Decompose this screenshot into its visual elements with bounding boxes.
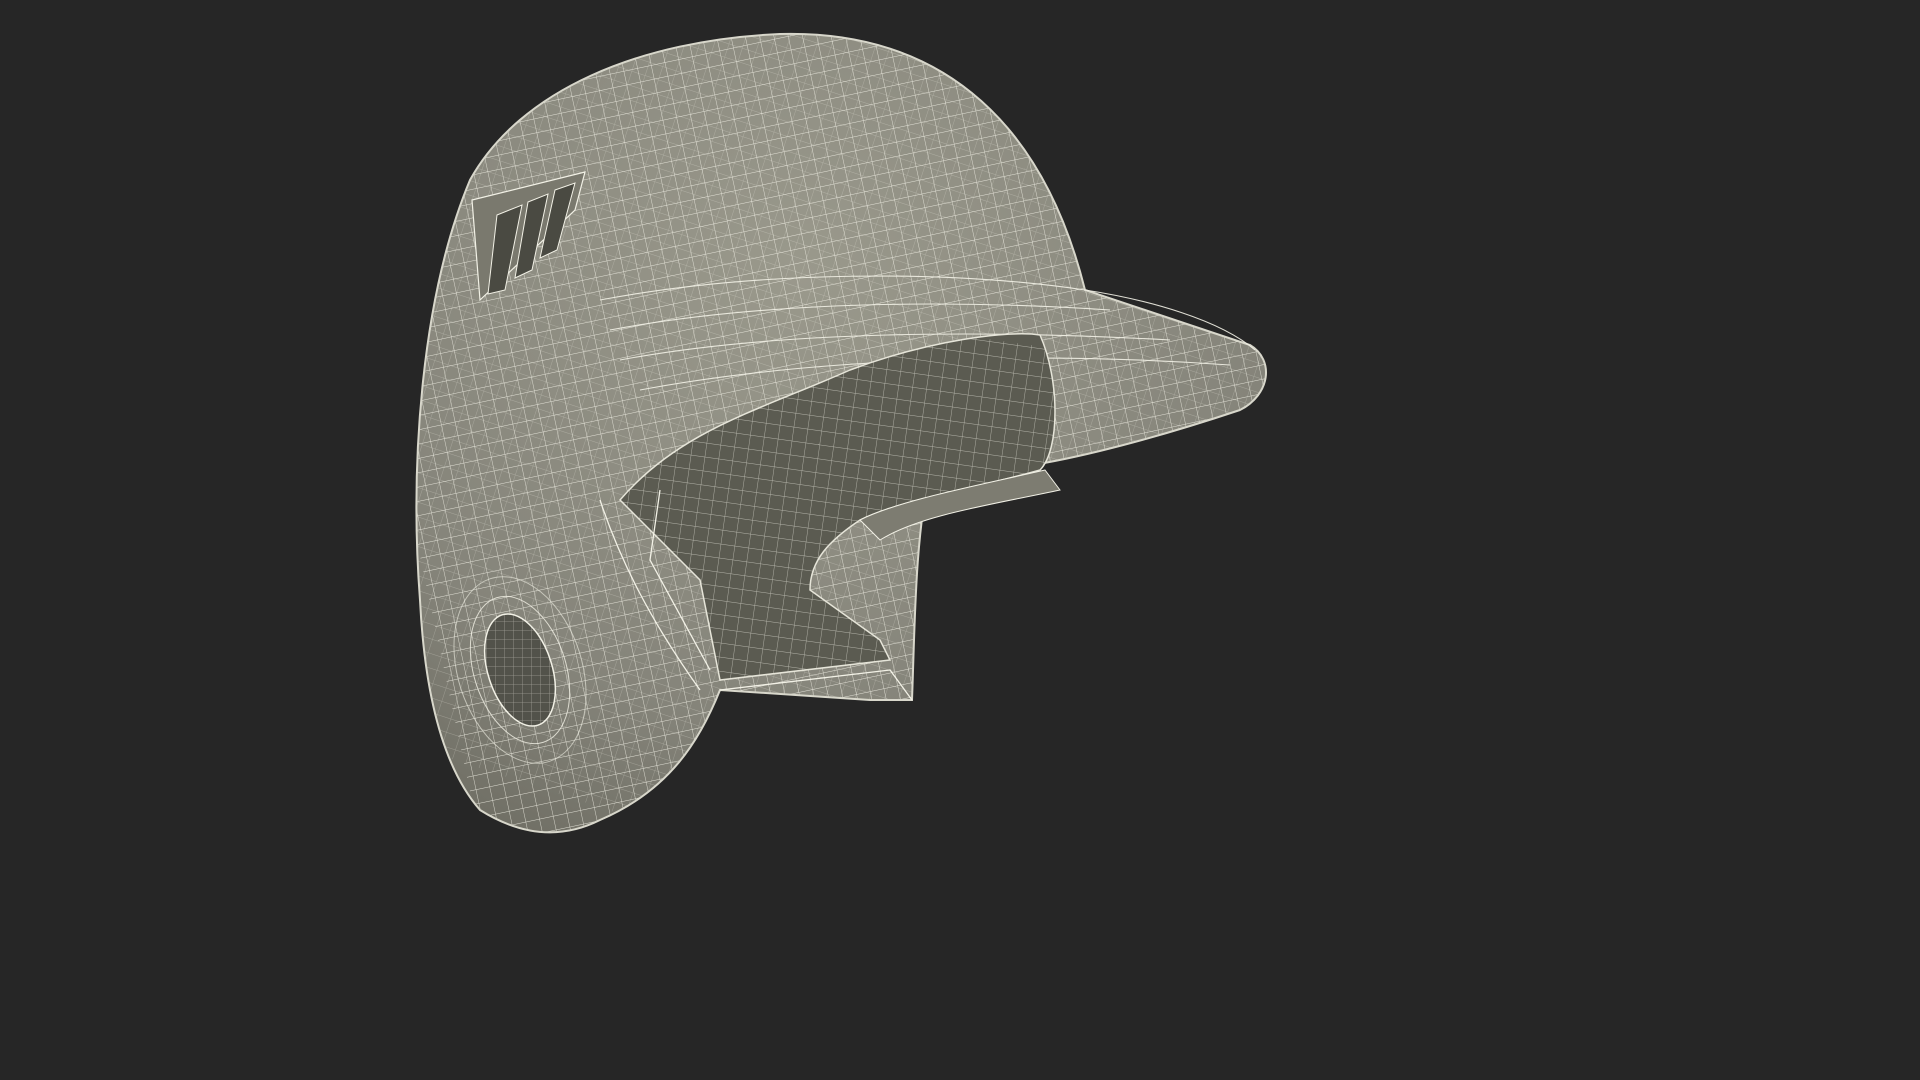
viewport xyxy=(0,0,1568,882)
helmet-render xyxy=(415,32,1267,834)
